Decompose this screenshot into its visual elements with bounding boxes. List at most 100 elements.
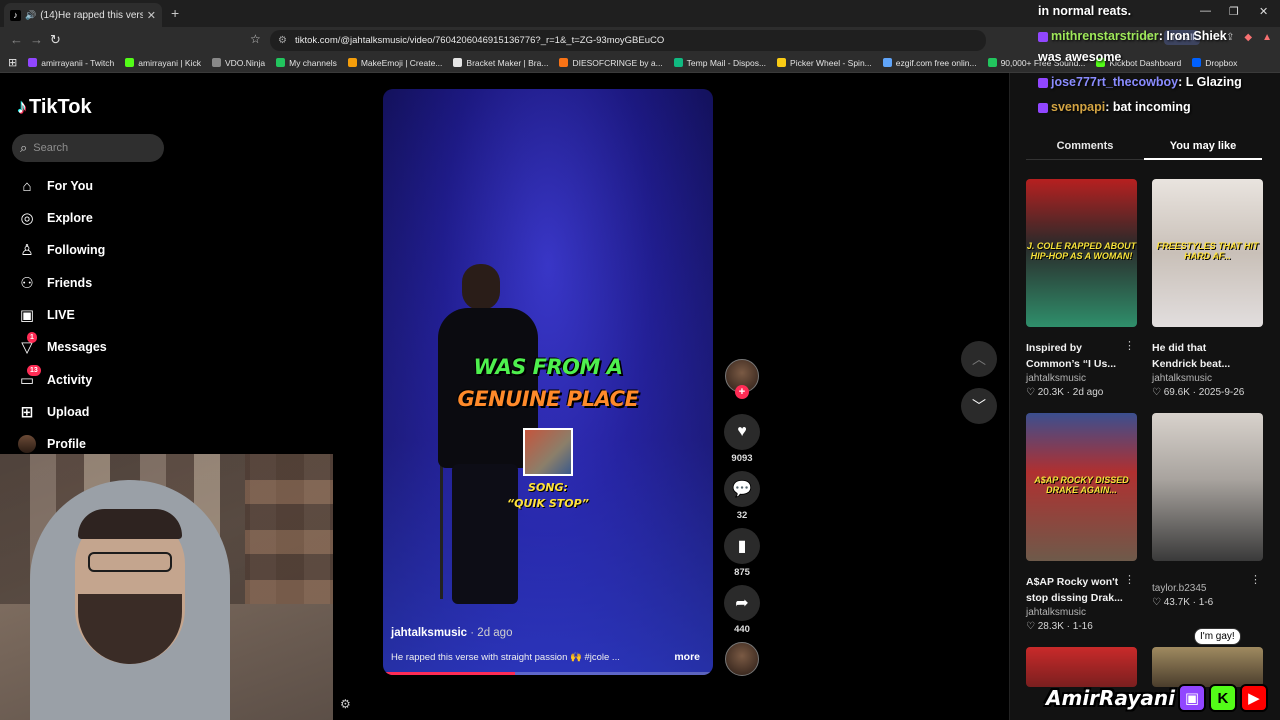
bookmark-item[interactable]: MakeEmoji | Create...	[347, 58, 442, 68]
more-options-icon[interactable]: ⋮	[1124, 339, 1135, 352]
nav-following[interactable]: ♙ Following	[18, 239, 105, 261]
tab-you-may-like[interactable]: You may like	[1144, 136, 1262, 160]
bookmark-item[interactable]: Temp Mail - Dispos...	[673, 58, 766, 68]
tab-title: (14)He rapped this verse with	[40, 9, 143, 21]
card-author[interactable]: jahtalksmusic	[1026, 373, 1137, 384]
nav-live[interactable]: ▣ LIVE	[18, 304, 75, 326]
nav-label: Upload	[47, 405, 90, 419]
bookmark-item[interactable]: Bracket Maker | Bra...	[453, 58, 548, 68]
close-window-icon[interactable]: ✕	[1259, 5, 1268, 18]
follow-plus-icon[interactable]: +	[735, 385, 749, 399]
back-icon[interactable]: ←	[10, 32, 23, 47]
card-meta: ♡ 20.3K · 2d ago	[1026, 387, 1104, 398]
video-thumbnail[interactable]: FREESTYLES THAT HIT HARD AF...	[1152, 179, 1263, 327]
save-action[interactable]: ▮ 875	[724, 528, 760, 578]
apps-grid-icon[interactable]: ⊞	[8, 56, 17, 69]
video-author[interactable]: jahtalksmusic · 2d ago	[391, 627, 512, 639]
forward-icon[interactable]: →	[30, 32, 43, 47]
site-info-icon[interactable]: ⚙	[278, 35, 287, 46]
nav-friends[interactable]: ⚇ Friends	[18, 272, 92, 294]
address-bar[interactable]: ⚙ tiktok.com/@jahtalksmusic/video/760420…	[270, 30, 986, 51]
bookmark-label: Picker Wheel - Spin...	[790, 57, 872, 68]
restore-icon[interactable]: ❐	[1229, 5, 1239, 18]
nav-activity[interactable]: ▭ 13 Activity	[18, 365, 92, 391]
video-player[interactable]: WAS FROM A GENUINE PLACE SONG: “QUIK STO…	[383, 89, 713, 675]
search-input[interactable]: ⌕ Search	[12, 134, 164, 162]
nav-explore[interactable]: ◎ Explore	[18, 207, 92, 229]
sub-badge-icon	[1038, 31, 1048, 42]
bookmark-item[interactable]: amirrayani | Kick	[125, 58, 201, 68]
heart-icon[interactable]: ♥	[724, 414, 760, 450]
recommended-video-card[interactable]: FREESTYLES THAT HIT HARD AF... ⋮ He did …	[1152, 179, 1263, 398]
live-icon: ▣	[19, 307, 35, 324]
card-author[interactable]: jahtalksmusic	[1026, 607, 1137, 618]
like-action[interactable]: ♥ 9093	[724, 414, 760, 464]
share-arrow-icon[interactable]: ➦	[724, 585, 760, 621]
chat-line: in normal reats.	[1038, 4, 1131, 18]
video-thumbnail[interactable]	[1152, 413, 1263, 561]
new-tab-icon[interactable]: +	[171, 5, 179, 21]
recommended-video-card[interactable]: J. COLE RAPPED ABOUT HIP-HOP AS A WOMAN!…	[1026, 179, 1137, 398]
more-options-icon[interactable]: ⋮	[1250, 573, 1261, 586]
bookmark-page-icon[interactable]: ☆	[250, 32, 261, 46]
tab-comments[interactable]: Comments	[1026, 136, 1144, 160]
chat-line: jose777rt_thecowboy: L Glazing	[1038, 75, 1242, 89]
tiktok-logo[interactable]: ♪ TikTok	[17, 96, 92, 119]
minimize-icon[interactable]: —	[1200, 5, 1211, 17]
creator-avatar-button[interactable]: +	[724, 359, 760, 403]
bookmark-item[interactable]: My channels	[276, 58, 337, 68]
close-tab-icon[interactable]: ✕	[147, 9, 156, 22]
bookmark-favicon-icon	[1192, 58, 1202, 67]
comment-action[interactable]: 💬 32	[724, 471, 760, 521]
audio-playing-icon[interactable]: 🔊	[25, 10, 36, 21]
bookmark-favicon-icon	[211, 58, 221, 67]
bookmark-item[interactable]: DIESOFCRINGE by a...	[559, 58, 663, 68]
more-options-icon[interactable]: ⋮	[1124, 573, 1135, 586]
browser-tab[interactable]: ♪ 🔊 (14)He rapped this verse with ✕	[4, 3, 162, 27]
extension-icon[interactable]: ◆	[1244, 32, 1252, 43]
bookmark-item[interactable]: ezgif.com free onlin...	[882, 58, 977, 68]
nav-upload[interactable]: ⊞ Upload	[18, 401, 90, 423]
recommended-video-card[interactable]: ⋮ taylor.b2345 ♡ 43.7K · 1-6	[1152, 413, 1263, 608]
bookmark-item[interactable]: Picker Wheel - Spin...	[777, 58, 872, 68]
video-thumbnail[interactable]: J. COLE RAPPED ABOUT HIP-HOP AS A WOMAN!	[1026, 179, 1137, 327]
thumbnail-caption: A$AP ROCKY DISSED DRAKE AGAIN...	[1034, 475, 1129, 495]
card-title-line1: He did that	[1152, 342, 1207, 354]
bookmark-label: amirrayani | Kick	[138, 57, 201, 68]
album-cover-thumbnail	[523, 428, 573, 476]
like-count: 9093	[731, 453, 753, 464]
nav-profile[interactable]: Profile	[18, 433, 86, 455]
bookmark-item[interactable]: amirrayanii - Twitch	[28, 58, 114, 68]
notification-icon[interactable]: ⚙	[340, 697, 351, 711]
reload-icon[interactable]: ↻	[50, 32, 61, 48]
share-count: 440	[734, 624, 750, 635]
nav-label: Messages	[47, 340, 107, 354]
bookmark-item[interactable]: Dropbox	[1192, 58, 1237, 68]
share-icon[interactable]: ⇪	[1226, 32, 1234, 43]
bookmark-item[interactable]: VDO.Ninja	[211, 58, 265, 68]
bookmark-icon[interactable]: ▮	[724, 528, 760, 564]
streamer-glasses	[88, 552, 172, 572]
more-button[interactable]: more	[674, 651, 700, 663]
warning-icon[interactable]: ▲	[1262, 32, 1272, 43]
video-progress-bar[interactable]	[383, 672, 713, 675]
speech-bubble: I'm gay!	[1194, 628, 1241, 645]
card-title-line1: Inspired by	[1026, 342, 1083, 354]
stream-branding: AmirRayani ▣ K ▶	[1046, 680, 1278, 716]
card-author[interactable]: jahtalksmusic	[1152, 373, 1263, 384]
video-thumbnail[interactable]: A$AP ROCKY DISSED DRAKE AGAIN...	[1026, 413, 1137, 561]
recommended-video-card[interactable]: A$AP ROCKY DISSED DRAKE AGAIN... ⋮ A$AP …	[1026, 413, 1137, 632]
card-meta: ♡ 43.7K · 1-6	[1152, 597, 1214, 608]
bookmark-favicon-icon	[453, 58, 463, 67]
search-icon: ⌕	[20, 140, 28, 155]
next-video-button[interactable]: ﹀	[961, 388, 997, 424]
comment-icon[interactable]: 💬	[724, 471, 760, 507]
previous-video-button[interactable]: ︿	[961, 341, 997, 377]
upload-icon: ⊞	[20, 404, 34, 421]
nav-for-you[interactable]: ⌂ For You	[18, 175, 93, 197]
share-action[interactable]: ➦ 440	[724, 585, 760, 635]
sound-avatar-button[interactable]	[724, 642, 760, 676]
nav-messages[interactable]: ▽ 1 Messages	[18, 332, 107, 358]
card-author[interactable]: taylor.b2345	[1152, 583, 1263, 594]
friends-icon: ⚇	[20, 275, 34, 292]
